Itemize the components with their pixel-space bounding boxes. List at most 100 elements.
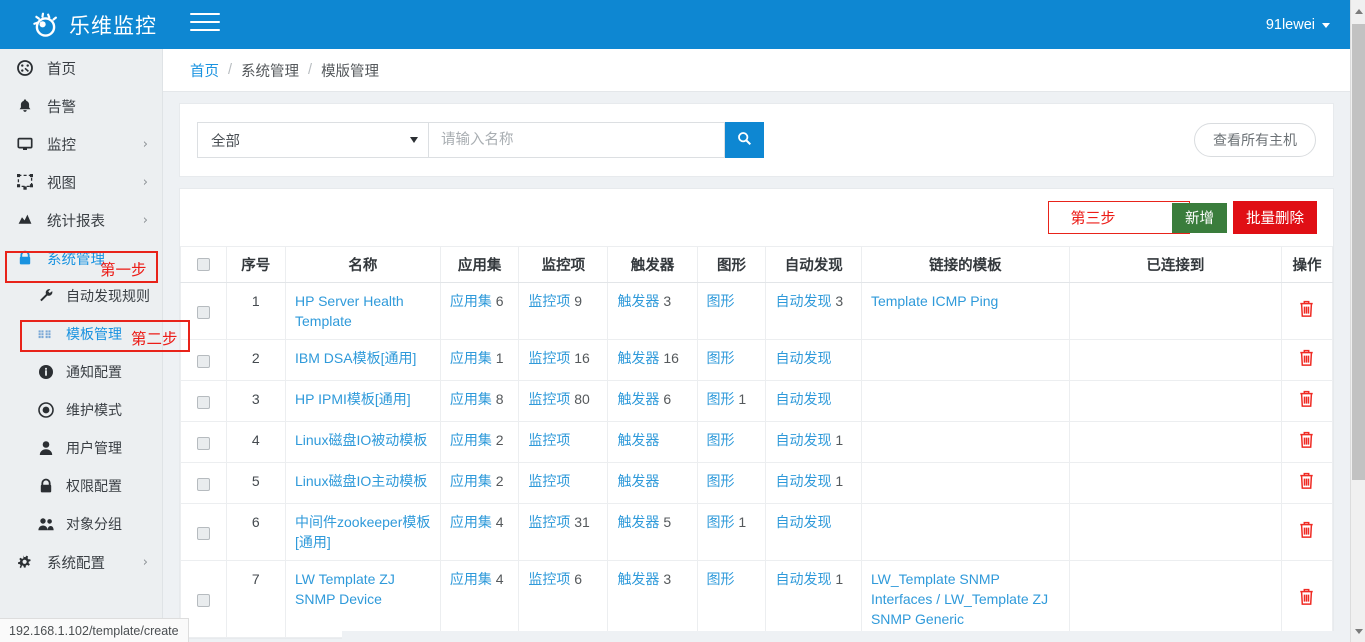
trash-icon[interactable] bbox=[1298, 587, 1315, 611]
items-link[interactable]: 监控项 bbox=[528, 293, 570, 309]
type-select-value[interactable]: 全部 bbox=[197, 122, 429, 158]
applications-link[interactable]: 应用集 bbox=[450, 432, 492, 448]
triggers-link[interactable]: 触发器 bbox=[617, 350, 659, 366]
select-all-checkbox[interactable] bbox=[196, 258, 210, 272]
items-link[interactable]: 监控项 bbox=[528, 391, 570, 407]
sidebar-item-5[interactable]: 统计报表 › bbox=[0, 201, 162, 239]
graphs-link[interactable]: 图形 bbox=[707, 293, 735, 309]
applications-link[interactable]: 应用集 bbox=[450, 293, 492, 309]
template-name-link[interactable]: HP Server Health Template bbox=[295, 293, 404, 329]
sidebar-item-3[interactable]: 监控 › bbox=[0, 125, 162, 163]
search-button[interactable] bbox=[725, 122, 764, 158]
discovery: 自动发现 3 bbox=[765, 282, 862, 340]
sidebar-subitem-3[interactable]: 通知配置 bbox=[0, 353, 162, 391]
graphs-link[interactable]: 图形 bbox=[707, 350, 735, 366]
row-checkbox[interactable] bbox=[196, 477, 210, 491]
sidebar-item-label: 统计报表 bbox=[47, 213, 105, 230]
trash-icon[interactable] bbox=[1298, 520, 1315, 544]
triggers-link[interactable]: 触发器 bbox=[617, 473, 659, 489]
scrollbar-thumb[interactable] bbox=[1352, 24, 1365, 480]
scroll-down-arrow-icon[interactable] bbox=[1351, 623, 1365, 639]
trash-icon[interactable] bbox=[1298, 471, 1315, 495]
items-link[interactable]: 监控项 bbox=[528, 350, 570, 366]
row-checkbox[interactable] bbox=[196, 305, 210, 319]
template-name-cell: Linux磁盘IO主动模板 bbox=[285, 462, 441, 504]
applications-link[interactable]: 应用集 bbox=[450, 350, 492, 366]
chevron-right-icon: › bbox=[142, 136, 148, 152]
applications-link[interactable]: 应用集 bbox=[450, 514, 492, 530]
linked-template-link[interactable]: Template ICMP Ping bbox=[871, 293, 998, 309]
sidebar-item-6[interactable]: 系统管理 bbox=[0, 239, 162, 277]
sidebar-item-1[interactable]: 首页 bbox=[0, 49, 162, 87]
user-menu[interactable]: 91lewei bbox=[1266, 0, 1330, 49]
row-checkbox[interactable] bbox=[196, 395, 210, 409]
add-button[interactable]: 新增 bbox=[1172, 202, 1227, 233]
breadcrumb-home[interactable]: 首页 bbox=[190, 60, 219, 81]
sidebar-subitem-4[interactable]: 维护模式 bbox=[0, 391, 162, 429]
row-checkbox[interactable] bbox=[196, 436, 210, 450]
items-link[interactable]: 监控项 bbox=[528, 514, 570, 530]
template-name-link[interactable]: Linux磁盘IO被动模板 bbox=[295, 432, 427, 448]
search-input[interactable] bbox=[429, 122, 725, 158]
sidebar-item-system-config[interactable]: 系统配置 › bbox=[0, 543, 162, 581]
page-scrollbar[interactable] bbox=[1350, 0, 1365, 642]
sidebar-item-2[interactable]: 告警 bbox=[0, 87, 162, 125]
row-checkbox[interactable] bbox=[196, 593, 210, 607]
scroll-up-arrow-icon[interactable] bbox=[1351, 3, 1365, 19]
applications-link[interactable]: 应用集 bbox=[450, 473, 492, 489]
graphs-link[interactable]: 图形 bbox=[707, 514, 735, 530]
discovery-link[interactable]: 自动发现 bbox=[775, 571, 831, 587]
discovery-link[interactable]: 自动发现 bbox=[775, 350, 831, 366]
triggers-count: 3 bbox=[663, 571, 672, 587]
items-link[interactable]: 监控项 bbox=[528, 432, 570, 448]
hamburger-icon[interactable] bbox=[190, 13, 220, 37]
trash-icon[interactable] bbox=[1298, 430, 1315, 454]
triggers-link[interactable]: 触发器 bbox=[617, 391, 659, 407]
items-link[interactable]: 监控项 bbox=[528, 473, 570, 489]
discovery-link[interactable]: 自动发现 bbox=[775, 391, 831, 407]
triggers-link[interactable]: 触发器 bbox=[617, 571, 659, 587]
row-actions-cell bbox=[1280, 503, 1334, 561]
bulk-delete-button[interactable]: 批量删除 bbox=[1233, 201, 1317, 234]
trash-icon[interactable] bbox=[1298, 299, 1315, 323]
triggers-link[interactable]: 触发器 bbox=[617, 293, 659, 309]
sidebar-subitem-5[interactable]: 用户管理 bbox=[0, 429, 162, 467]
sidebar-item-4[interactable]: 视图 › bbox=[0, 163, 162, 201]
sidebar-subitem-6[interactable]: 权限配置 bbox=[0, 467, 162, 505]
items: 监控项 31 bbox=[518, 503, 609, 561]
discovery: 自动发现 bbox=[765, 339, 862, 381]
template-name-link[interactable]: 中间件zookeeper模板[通用] bbox=[295, 514, 430, 550]
row-checkbox[interactable] bbox=[196, 354, 210, 368]
graphs-link[interactable]: 图形 bbox=[707, 432, 735, 448]
template-name-link[interactable]: IBM DSA模板[通用] bbox=[295, 350, 416, 366]
type-select[interactable]: 全部 bbox=[197, 122, 429, 158]
template-name-link[interactable]: LW Template ZJ SNMP Device bbox=[295, 571, 395, 607]
sidebar-subitem-7[interactable]: 对象分组 bbox=[0, 505, 162, 543]
triggers-link[interactable]: 触发器 bbox=[617, 514, 659, 530]
template-name-link[interactable]: Linux磁盘IO主动模板 bbox=[295, 473, 427, 489]
applications-link[interactable]: 应用集 bbox=[450, 571, 492, 587]
sidebar-subitem-1[interactable]: 自动发现规则 bbox=[0, 277, 162, 315]
table-horizontal-scrollbar[interactable] bbox=[342, 631, 1350, 642]
trash-icon[interactable] bbox=[1298, 389, 1315, 413]
items-link[interactable]: 监控项 bbox=[528, 571, 570, 587]
sidebar-subitem-2[interactable]: 模板管理 bbox=[0, 315, 162, 353]
template-name-link[interactable]: HP IPMI模板[通用] bbox=[295, 391, 411, 407]
trash-icon[interactable] bbox=[1298, 348, 1315, 372]
brand[interactable]: 乐维监控 bbox=[30, 0, 157, 49]
discovery-link[interactable]: 自动发现 bbox=[775, 473, 831, 489]
discovery-link[interactable]: 自动发现 bbox=[775, 514, 831, 530]
triggers-link[interactable]: 触发器 bbox=[617, 432, 659, 448]
graphs-link[interactable]: 图形 bbox=[707, 391, 735, 407]
view-all-hosts-button[interactable]: 查看所有主机 bbox=[1194, 123, 1316, 157]
table-row: 3 HP IPMI模板[通用] 应用集 8 监控项 80 触发器 6 图形 1 自动发现 bbox=[180, 380, 1334, 422]
linked-template-link[interactable]: LW_Template SNMP Interfaces / LW_Templat… bbox=[871, 571, 1048, 627]
graphs-link[interactable]: 图形 bbox=[707, 571, 735, 587]
row-checkbox[interactable] bbox=[196, 526, 210, 540]
graphs-link[interactable]: 图形 bbox=[707, 473, 735, 489]
table-toolbar: 第三步 新增 批量删除 bbox=[180, 189, 1333, 246]
discovery-link[interactable]: 自动发现 bbox=[775, 432, 831, 448]
discovery-link[interactable]: 自动发现 bbox=[775, 293, 831, 309]
applications-link[interactable]: 应用集 bbox=[450, 391, 492, 407]
row-actions-cell bbox=[1280, 339, 1334, 381]
